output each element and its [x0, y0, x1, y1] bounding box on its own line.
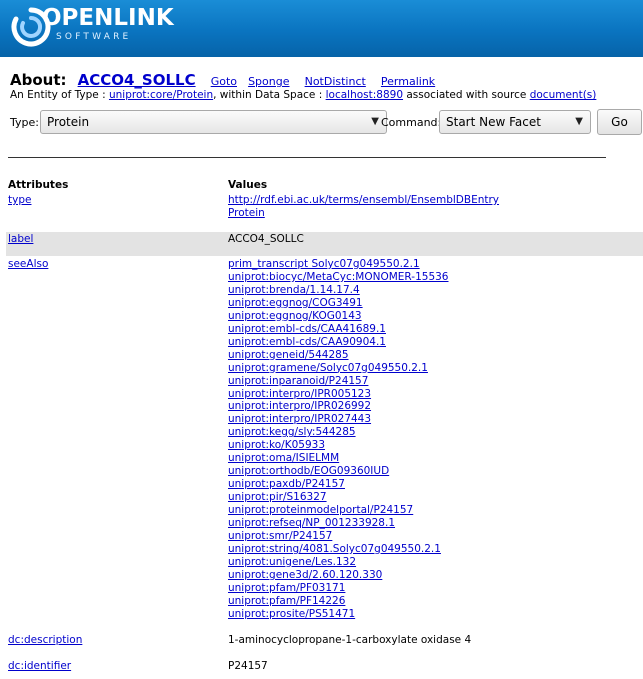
data-space-link[interactable]: localhost:8890	[326, 89, 403, 101]
goto-link[interactable]: Goto	[211, 75, 237, 88]
value-link[interactable]: uniprot:embl-cds/CAA90904.1	[228, 336, 449, 349]
header-banner: OPENLINK SOFTWARE	[0, 0, 643, 57]
entity-type-prefix: An Entity of Type :	[10, 89, 106, 101]
value-link[interactable]: uniprot:interpro/IPR026992	[228, 400, 449, 413]
attribute-link[interactable]: dc:description	[8, 634, 82, 646]
table-row: seeAlso prim_transcript Solyc07g049550.2…	[6, 257, 643, 627]
table-row: dc:identifier P24157	[6, 659, 643, 679]
type-select-value: Protein	[47, 115, 90, 129]
value-link[interactable]: uniprot:kegg/sly:544285	[228, 426, 449, 439]
value-link[interactable]: uniprot:pir/S16327	[228, 491, 449, 504]
value-link[interactable]: uniprot:gramene/Solyc07g049550.2.1	[228, 362, 449, 375]
value-text: P24157	[228, 660, 268, 672]
table-row: label ACCO4_SOLLC	[6, 232, 643, 256]
value-link[interactable]: uniprot:unigene/Les.132	[228, 556, 449, 569]
sponge-link[interactable]: Sponge	[248, 75, 289, 88]
attribute-link[interactable]: seeAlso	[8, 258, 48, 270]
divider	[8, 157, 606, 158]
value-link[interactable]: uniprot:embl-cds/CAA41689.1	[228, 323, 449, 336]
attribute-link[interactable]: dc:identifier	[8, 660, 71, 672]
type-select[interactable]: Protein ▼	[40, 110, 387, 134]
value-link[interactable]: http://rdf.ebi.ac.uk/terms/ensembl/Ensem…	[228, 194, 499, 207]
value-link[interactable]: uniprot:geneid/544285	[228, 349, 449, 362]
logo-sub-text: SOFTWARE	[56, 32, 132, 42]
value-link[interactable]: uniprot:smr/P24157	[228, 530, 449, 543]
value-list: prim_transcript Solyc07g049550.2.1 unipro…	[228, 258, 449, 621]
openlink-logo[interactable]: OPENLINK SOFTWARE	[10, 4, 174, 52]
value-link[interactable]: uniprot:eggnog/KOG0143	[228, 310, 449, 323]
about-label: About:	[10, 71, 67, 89]
chevron-down-icon: ▼	[575, 116, 583, 127]
table-row: type http://rdf.ebi.ac.uk/terms/ensembl/…	[6, 193, 643, 231]
command-select[interactable]: Start New Facet ▼	[439, 110, 591, 134]
go-button[interactable]: Go	[597, 109, 642, 135]
permalink-link[interactable]: Permalink	[381, 75, 435, 88]
value-link[interactable]: uniprot:biocyc/MetaCyc:MONOMER-15536	[228, 271, 449, 284]
value-link[interactable]: uniprot:refseq/NP_001233928.1	[228, 517, 449, 530]
attribute-link[interactable]: label	[8, 233, 33, 245]
attribute-link[interactable]: type	[8, 194, 31, 206]
about-heading: About: ACCO4_SOLLC Goto Sponge NotDistin…	[10, 70, 435, 89]
value-link[interactable]: Protein	[228, 207, 499, 220]
value-link[interactable]: uniprot:brenda/1.14.17.4	[228, 284, 449, 297]
source-documents-link[interactable]: document(s)	[530, 89, 597, 101]
entity-description-line: An Entity of Type : uniprot:core/Protein…	[10, 89, 596, 101]
value-link[interactable]: uniprot:orthodb/EOG09360IUD	[228, 465, 449, 478]
value-link[interactable]: prim_transcript Solyc07g049550.2.1	[228, 258, 449, 271]
value-link[interactable]: uniprot:gene3d/2.60.120.330	[228, 569, 449, 582]
table-row: dc:description 1-aminocyclopropane-1-car…	[6, 633, 643, 653]
source-text: associated with source	[406, 89, 527, 101]
command-select-value: Start New Facet	[446, 115, 541, 129]
value-link[interactable]: uniprot:string/4081.Solyc07g049550.2.1	[228, 543, 449, 556]
value-link[interactable]: uniprot:paxdb/P24157	[228, 478, 449, 491]
value-list: http://rdf.ebi.ac.uk/terms/ensembl/Ensem…	[228, 194, 499, 220]
attributes-header: Attributes	[8, 179, 69, 191]
entity-title-link[interactable]: ACCO4_SOLLC	[78, 71, 196, 89]
value-link[interactable]: uniprot:eggnog/COG3491	[228, 297, 449, 310]
value-link[interactable]: uniprot:pfam/PF14226	[228, 595, 449, 608]
notdistinct-link[interactable]: NotDistinct	[305, 75, 366, 88]
value-text: 1-aminocyclopropane-1-carboxylate oxidas…	[228, 634, 472, 646]
logo-brand-text: OPENLINK	[42, 5, 174, 31]
values-header: Values	[228, 179, 268, 191]
command-label: Command:	[381, 116, 442, 129]
value-link[interactable]: uniprot:oma/ISIELMM	[228, 452, 449, 465]
value-link[interactable]: uniprot:interpro/IPR027443	[228, 413, 449, 426]
entity-type-link[interactable]: uniprot:core/Protein	[109, 89, 213, 101]
chevron-down-icon: ▼	[371, 116, 379, 127]
value-link[interactable]: uniprot:prosite/PS51471	[228, 608, 449, 621]
value-list: P24157	[228, 660, 268, 673]
data-space-text: , within Data Space :	[213, 89, 323, 101]
value-link[interactable]: uniprot:inparanoid/P24157	[228, 375, 449, 388]
value-list: 1-aminocyclopropane-1-carboxylate oxidas…	[228, 634, 471, 647]
value-link[interactable]: uniprot:interpro/IPR005123	[228, 388, 449, 401]
value-link[interactable]: uniprot:pfam/PF03171	[228, 582, 449, 595]
value-text: ACCO4_SOLLC	[228, 233, 304, 245]
type-label: Type:	[10, 116, 39, 129]
value-link[interactable]: uniprot:proteinmodelportal/P24157	[228, 504, 449, 517]
value-list: ACCO4_SOLLC	[228, 233, 304, 246]
value-link[interactable]: uniprot:ko/K05933	[228, 439, 449, 452]
